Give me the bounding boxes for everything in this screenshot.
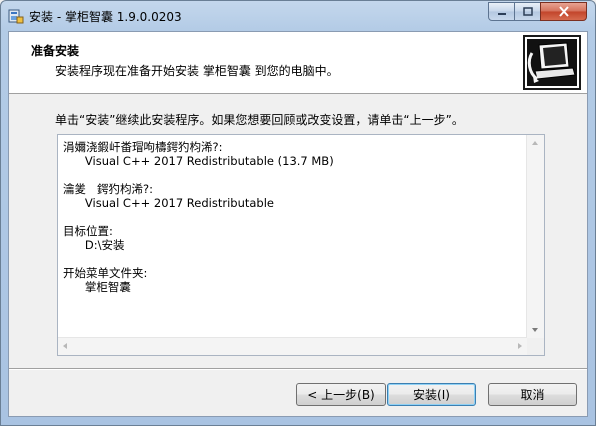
back-button[interactable]: < 上一步(B) [296,383,386,406]
memo-line [63,252,334,266]
vertical-scrollbar[interactable] [526,135,544,338]
maximize-button[interactable] [514,2,541,21]
memo-line: Visual C++ 2017 Redistributable [63,196,274,210]
ready-memo-box[interactable]: 涓嬭浇鍜屽畨瑁呴檮鍔犳枃浠?: Visual C++ 2017 Redistri… [57,134,545,356]
memo-line [63,210,334,224]
scroll-right-arrow-icon[interactable] [518,343,522,349]
memo-line: 涓嬭浇鍜屽畨瑁呴檮鍔犳枃浠?: [63,140,223,154]
setup-app-icon [8,9,24,24]
page-title: 准备安装 [31,44,80,58]
wizard-client-area: 准备安装 安装程序现在准备开始安装 掌柜智囊 到您的电脑中。 单击“安装”继续此… [8,31,588,417]
close-button[interactable] [540,2,587,21]
close-icon [558,6,569,17]
memo-line: Visual C++ 2017 Redistributable (13.7 MB… [63,154,334,168]
window-title: 安装 - 掌柜智囊 1.9.0.0203 [29,10,182,24]
minimize-icon [497,12,506,15]
wizard-header: 准备安装 安装程序现在准备开始安装 掌柜智囊 到您的电脑中。 [9,32,587,94]
computer-install-icon [523,35,581,90]
page-subtitle: 安装程序现在准备开始安装 掌柜智囊 到您的电脑中。 [55,64,339,78]
scrollbar-corner [527,338,544,355]
scroll-left-arrow-icon[interactable] [63,343,67,349]
memo-line: D:\安装 [63,238,125,252]
horizontal-scrollbar[interactable] [58,337,527,355]
minimize-button[interactable] [488,2,515,21]
instruction-text: 单击“安装”继续此安装程序。如果您想要回顾或改变设置，请单击“上一步”。 [55,113,464,127]
footer-divider [9,368,587,370]
memo-line: 开始菜单文件夹: [63,266,148,280]
memo-content: 涓嬭浇鍜屽畨瑁呴檮鍔犳枃浠?: Visual C++ 2017 Redistri… [63,140,334,294]
maximize-icon [522,7,533,16]
memo-line: 掌柜智囊 [63,280,131,294]
memo-line: 目标位置: [63,224,113,238]
scroll-up-arrow-icon[interactable] [532,141,538,145]
scroll-down-arrow-icon[interactable] [532,328,538,332]
install-button[interactable]: 安装(I) [387,383,476,406]
title-bar[interactable]: 安装 - 掌柜智囊 1.9.0.0203 [1,1,595,31]
memo-line [63,168,334,182]
memo-line: 瀹夎 鍔犳枃浠?: [63,182,153,196]
installer-window: 安装 - 掌柜智囊 1.9.0.0203 准备安装 安装程序现在准备开始安装 掌… [0,0,596,426]
cancel-button[interactable]: 取消 [488,383,577,406]
